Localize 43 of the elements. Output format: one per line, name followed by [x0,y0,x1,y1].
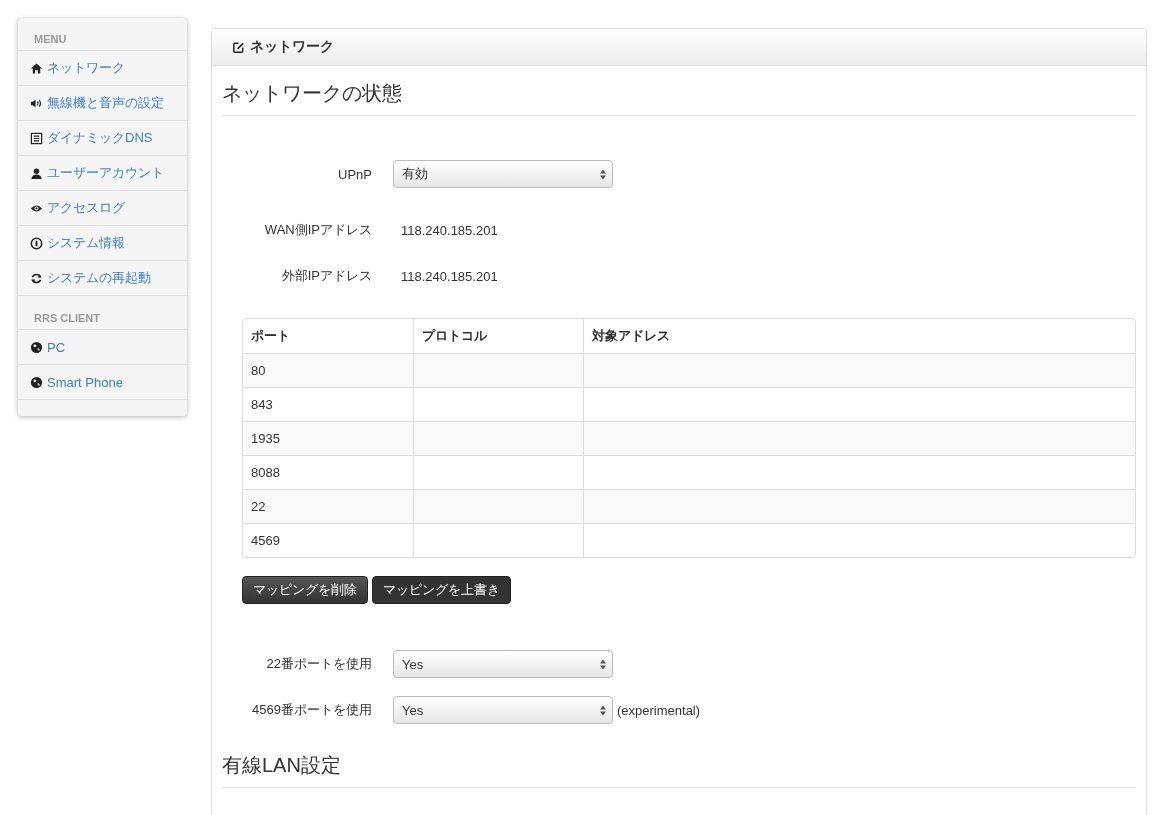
sidebar-item[interactable]: ネットワーク [18,51,187,86]
panel-title: ネットワーク [250,38,334,56]
menu-heading: MENU [18,27,187,51]
field-label: WAN側IPアドレス [263,221,373,239]
column-header: ポート [250,327,291,345]
section-title: ネットワークの状態 [222,66,1136,116]
sidebar-item[interactable]: ダイナミックDNS [18,121,187,156]
sidebar-item[interactable]: アクセスログ [18,191,187,226]
sidebar-item[interactable]: ユーザーアカウント [18,156,187,191]
action-button[interactable]: マッピングを削除 [242,576,368,604]
field-label: 外部IPアドレス [280,267,373,285]
updown-arrow-icon [600,168,606,180]
field-note: (experimental) [616,702,701,718]
field-label: UPnP [337,166,373,182]
select-dropdown[interactable]: Yes [393,696,613,724]
globe-icon [30,340,43,354]
updown-arrow-icon [600,658,606,670]
edit-icon [232,40,245,54]
sidebar-item[interactable]: PC [18,330,187,365]
sidebar-item[interactable]: Smart Phone [18,365,187,400]
section-title: 有線LAN設定 [222,738,1136,788]
globe-icon [30,375,43,389]
select-dropdown[interactable]: 有効 [393,160,613,188]
sidebar-item[interactable]: システムの再起動 [18,261,187,296]
sidebar-item[interactable]: システム情報 [18,226,187,261]
field-label: 22番ポートを使用 [265,655,373,673]
refresh-icon [30,271,43,285]
field-value: 118.240.185.201 [400,268,498,284]
sidebar-item[interactable]: 無線機と音声の設定 [18,86,187,121]
home-icon [30,61,43,75]
info-circle-icon [30,236,43,250]
table-cell: 4569 [243,523,413,557]
action-button[interactable]: マッピングを上書き [372,576,511,604]
menu-heading: RRS CLIENT [18,306,187,330]
user-icon [30,166,43,180]
field-value: 118.240.185.201 [400,222,498,238]
table-cell: 22 [243,489,413,523]
updown-arrow-icon [600,704,606,716]
table-cell: 80 [243,353,413,387]
table-cell: 1935 [243,421,413,455]
select-dropdown[interactable]: Yes [393,650,613,678]
list-icon [30,131,43,145]
field-label: 4569番ポートを使用 [251,701,373,719]
